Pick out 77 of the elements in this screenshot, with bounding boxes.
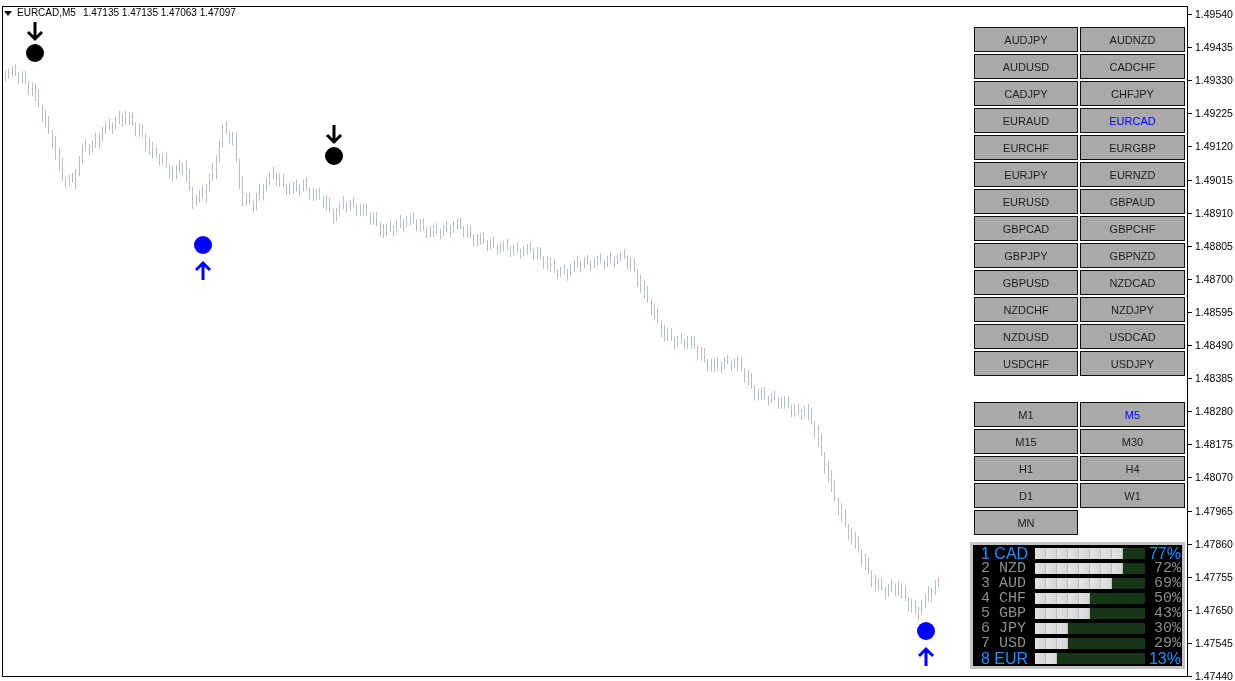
price-scale-label: 1.48805	[1195, 240, 1233, 252]
symbol-button[interactable]: EURCHF	[974, 135, 1078, 160]
currency-label: 4 CHF	[981, 591, 1027, 606]
price-scale-label: 1.48280	[1195, 405, 1233, 417]
price-scale-label: 1.49015	[1195, 174, 1233, 186]
symbol-button[interactable]: NZDUSD	[974, 324, 1078, 349]
symbol-button[interactable]: NZDCAD	[1080, 270, 1185, 295]
timeframe-button[interactable]: H1	[974, 456, 1078, 481]
price-scale-label: 1.48175	[1195, 438, 1233, 450]
caret-icon[interactable]	[4, 10, 12, 16]
currency-label: 5 GBP	[981, 606, 1027, 621]
symbol-button[interactable]: NZDCHF	[974, 297, 1078, 322]
symbol-title: EURCAD,M5	[17, 7, 76, 19]
symbol-button[interactable]: CHFJPY	[1080, 81, 1185, 106]
symbol-button[interactable]: CADJPY	[974, 81, 1078, 106]
strength-percent: 13%	[1147, 651, 1181, 666]
symbol-button[interactable]: GBPCHF	[1080, 216, 1185, 241]
currency-label: 6 JPY	[981, 621, 1027, 636]
symbol-button[interactable]: GBPCAD	[974, 216, 1078, 241]
symbol-button[interactable]: NZDJPY	[1080, 297, 1185, 322]
strength-percent: 43%	[1153, 606, 1181, 621]
currency-label: 2 NZD	[981, 561, 1027, 576]
timeframe-button[interactable]: M30	[1080, 429, 1185, 454]
price-scale-label: 1.49435	[1195, 41, 1233, 53]
symbol-button[interactable]: GBPJPY	[974, 243, 1078, 268]
price-scale-label: 1.47860	[1195, 538, 1233, 550]
price-scale-label: 1.48700	[1195, 273, 1233, 285]
price-scale-label: 1.47755	[1195, 571, 1233, 583]
symbol-button[interactable]: USDJPY	[1080, 351, 1185, 376]
down-arrow-dot-icon	[26, 20, 44, 62]
symbol-button[interactable]: EURNZD	[1080, 162, 1185, 187]
symbol-button[interactable]: EURCAD	[1080, 108, 1185, 133]
strength-percent: 30%	[1153, 621, 1181, 636]
symbol-button[interactable]: AUDUSD	[974, 54, 1078, 79]
currency-label: 7 USD	[981, 636, 1027, 651]
symbol-button[interactable]: EURAUD	[974, 108, 1078, 133]
price-scale-label: 1.48070	[1195, 471, 1233, 483]
timeframe-button[interactable]: M1	[974, 402, 1078, 427]
price-scale-label: 1.49330	[1195, 74, 1233, 86]
price-scale-label: 1.49540	[1195, 8, 1233, 20]
symbol-button[interactable]: AUDJPY	[974, 27, 1078, 52]
price-scale-label: 1.48910	[1195, 207, 1233, 219]
strength-percent: 50%	[1153, 591, 1181, 606]
symbol-button[interactable]: GBPAUD	[1080, 189, 1185, 214]
symbol-button[interactable]: AUDNZD	[1080, 27, 1185, 52]
symbol-button[interactable]: USDCHF	[974, 351, 1078, 376]
price-scale-label: 1.48385	[1195, 372, 1233, 384]
ohlc-values: 1.47135 1.47135 1.47063 1.47097	[82, 7, 236, 19]
price-scale-label: 1.47545	[1195, 637, 1233, 649]
symbol-button[interactable]: GBPUSD	[974, 270, 1078, 295]
currency-label: 3 AUD	[981, 576, 1027, 591]
symbol-button[interactable]: EURJPY	[974, 162, 1078, 187]
symbol-button[interactable]: EURUSD	[974, 189, 1078, 214]
price-scale-label: 1.49225	[1195, 107, 1233, 119]
currency-label: 1 CAD	[981, 546, 1030, 561]
symbol-button[interactable]: CADCHF	[1080, 54, 1185, 79]
timeframe-button[interactable]: H4	[1080, 456, 1185, 481]
price-scale-label: 1.48595	[1195, 306, 1233, 318]
strength-percent: 72%	[1153, 561, 1181, 576]
strength-percent: 69%	[1153, 576, 1181, 591]
price-scale-label: 1.47650	[1195, 604, 1233, 616]
price-scale-label: 1.47440	[1195, 670, 1233, 681]
strength-percent: 77%	[1147, 546, 1181, 561]
symbol-button[interactable]: EURGBP	[1080, 135, 1185, 160]
timeframe-button[interactable]: M5	[1080, 402, 1185, 427]
currency-label: 8 EUR	[981, 651, 1030, 666]
price-scale-label: 1.47965	[1195, 505, 1233, 517]
up-arrow-dot-icon	[917, 622, 935, 668]
price-scale-label: 1.48490	[1195, 339, 1233, 351]
timeframe-button[interactable]: MN	[974, 510, 1078, 535]
timeframe-button[interactable]: W1	[1080, 483, 1185, 508]
symbol-button[interactable]: USDCAD	[1080, 324, 1185, 349]
strength-percent: 29%	[1153, 636, 1181, 651]
timeframe-button[interactable]: D1	[974, 483, 1078, 508]
price-scale-label: 1.49120	[1195, 140, 1233, 152]
timeframe-button[interactable]: M15	[974, 429, 1078, 454]
symbol-button[interactable]: GBPNZD	[1080, 243, 1185, 268]
